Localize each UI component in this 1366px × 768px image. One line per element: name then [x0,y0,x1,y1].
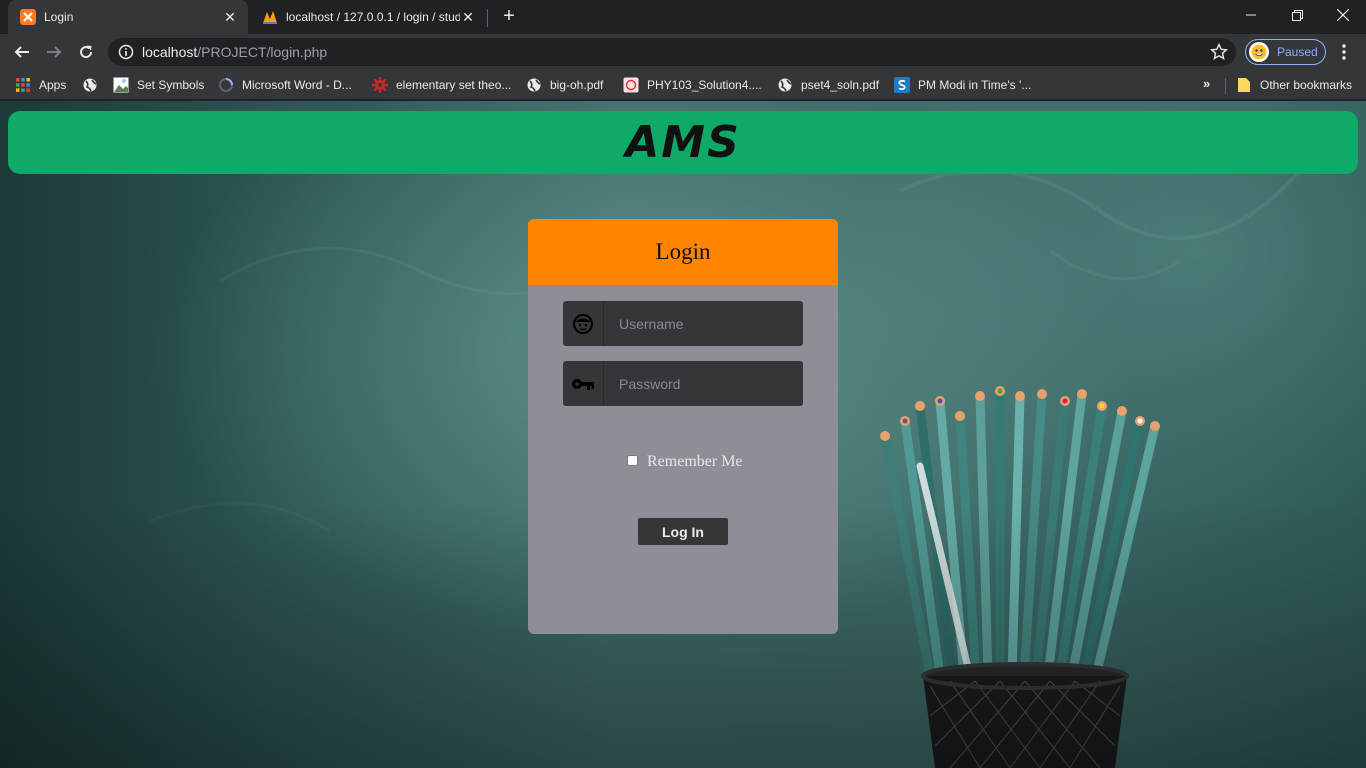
globe-icon [526,77,542,93]
bookmark-phy103[interactable]: PHY103_Solution4.... [623,75,762,95]
login-button[interactable]: Log In [638,518,728,545]
close-tab-icon[interactable]: ✕ [222,9,238,25]
bookmark-label: Apps [39,78,67,92]
browser-toolbar: localhost/PROJECT/login.php Paused [0,34,1366,70]
bookmark-set-symbols[interactable]: Set Symbols [113,75,204,95]
remember-me[interactable]: Remember Me [627,453,743,471]
tab-login[interactable]: Login ✕ [8,0,248,34]
bookmark-label: elementary set theo... [396,78,512,92]
more-menu-icon[interactable] [1334,41,1354,63]
gear-red-icon [372,77,388,93]
bookmark-pm-modi[interactable]: PM Modi in Time's '... [894,75,1031,95]
bookmark-label: Other bookmarks [1260,78,1353,92]
username-field [563,301,803,346]
tab-strip: Login ✕ localhost / 127.0.0.1 / login / … [0,0,1366,34]
tab-title: Login [44,10,74,24]
password-input[interactable] [604,361,803,406]
bookmark-other-bookmarks[interactable]: Other bookmarks [1236,75,1352,95]
close-tab-icon[interactable]: ✕ [460,9,476,25]
site-brand: AMS [625,117,741,168]
bookmark-apps[interactable]: Apps [15,75,66,95]
window-close-icon[interactable] [1320,0,1366,30]
bookmark-microsoft-word[interactable]: Microsoft Word - D... [218,75,352,95]
tab-title: localhost / 127.0.0.1 / login / stud [286,10,460,24]
pdf-icon [623,77,639,93]
remember-me-label: Remember Me [647,453,743,470]
url-path: /PROJECT/login.php [197,44,328,60]
username-input[interactable] [604,301,803,346]
folder-icon [1236,77,1252,93]
remember-me-checkbox[interactable] [627,454,638,466]
restore-icon[interactable] [1274,0,1320,30]
bookmark-label: pset4_soln.pdf [801,78,880,92]
login-card: Login Remember Me Log In [528,219,838,634]
scribd-icon [894,77,910,93]
tab-phpmyadmin[interactable]: localhost / 127.0.0.1 / login / stud ✕ [250,0,486,34]
tab-separator [487,9,488,27]
user-face-icon [563,301,604,346]
bookmark-big-oh[interactable]: big-oh.pdf [526,75,603,95]
bookmark-label: big-oh.pdf [550,78,604,92]
bookmark-elementary-set-theory[interactable]: elementary set theo... [372,75,511,95]
site-header-banner: AMS [8,111,1358,174]
bookmarks-bar: Apps Set Symbols Microsoft Word - D... e… [0,70,1366,100]
info-icon[interactable] [118,44,134,60]
url-host: localhost [142,44,198,60]
reload-icon[interactable] [72,39,100,65]
profile-button[interactable]: Paused [1245,39,1326,65]
bookmark-star-icon[interactable] [1209,42,1229,61]
loading-icon [218,77,234,93]
apps-grid-icon [15,77,31,93]
url-text[interactable]: localhost/PROJECT/login.php [142,44,327,60]
image-icon [113,77,129,93]
bookmark-label: Microsoft Word - D... [242,78,352,92]
bookmark-globe[interactable] [82,75,106,95]
profile-status: Paused [1277,45,1318,59]
forward-arrow-icon[interactable] [40,39,68,65]
globe-icon [82,77,98,93]
bookmark-label: Set Symbols [137,78,205,92]
avatar [1249,42,1269,62]
password-field [563,361,803,406]
phpmyadmin-favicon-icon [262,9,278,25]
globe-icon [777,77,793,93]
minimize-icon[interactable] [1228,0,1274,30]
more-bookmarks-icon[interactable]: » [1203,76,1210,91]
bookmark-separator [1225,78,1226,94]
xampp-favicon-icon [20,9,36,25]
address-bar[interactable]: localhost/PROJECT/login.php [108,38,1236,66]
bookmark-label: PM Modi in Time's '... [918,78,1032,92]
page-viewport: AMS Login Remember Me Log In [0,101,1366,768]
login-card-header: Login [528,219,838,285]
key-icon [563,361,604,406]
back-arrow-icon[interactable] [8,39,36,65]
new-tab-icon[interactable]: + [498,6,520,28]
login-heading: Login [655,239,711,264]
bookmark-label: PHY103_Solution4.... [647,78,762,92]
bookmark-pset4[interactable]: pset4_soln.pdf [777,75,879,95]
